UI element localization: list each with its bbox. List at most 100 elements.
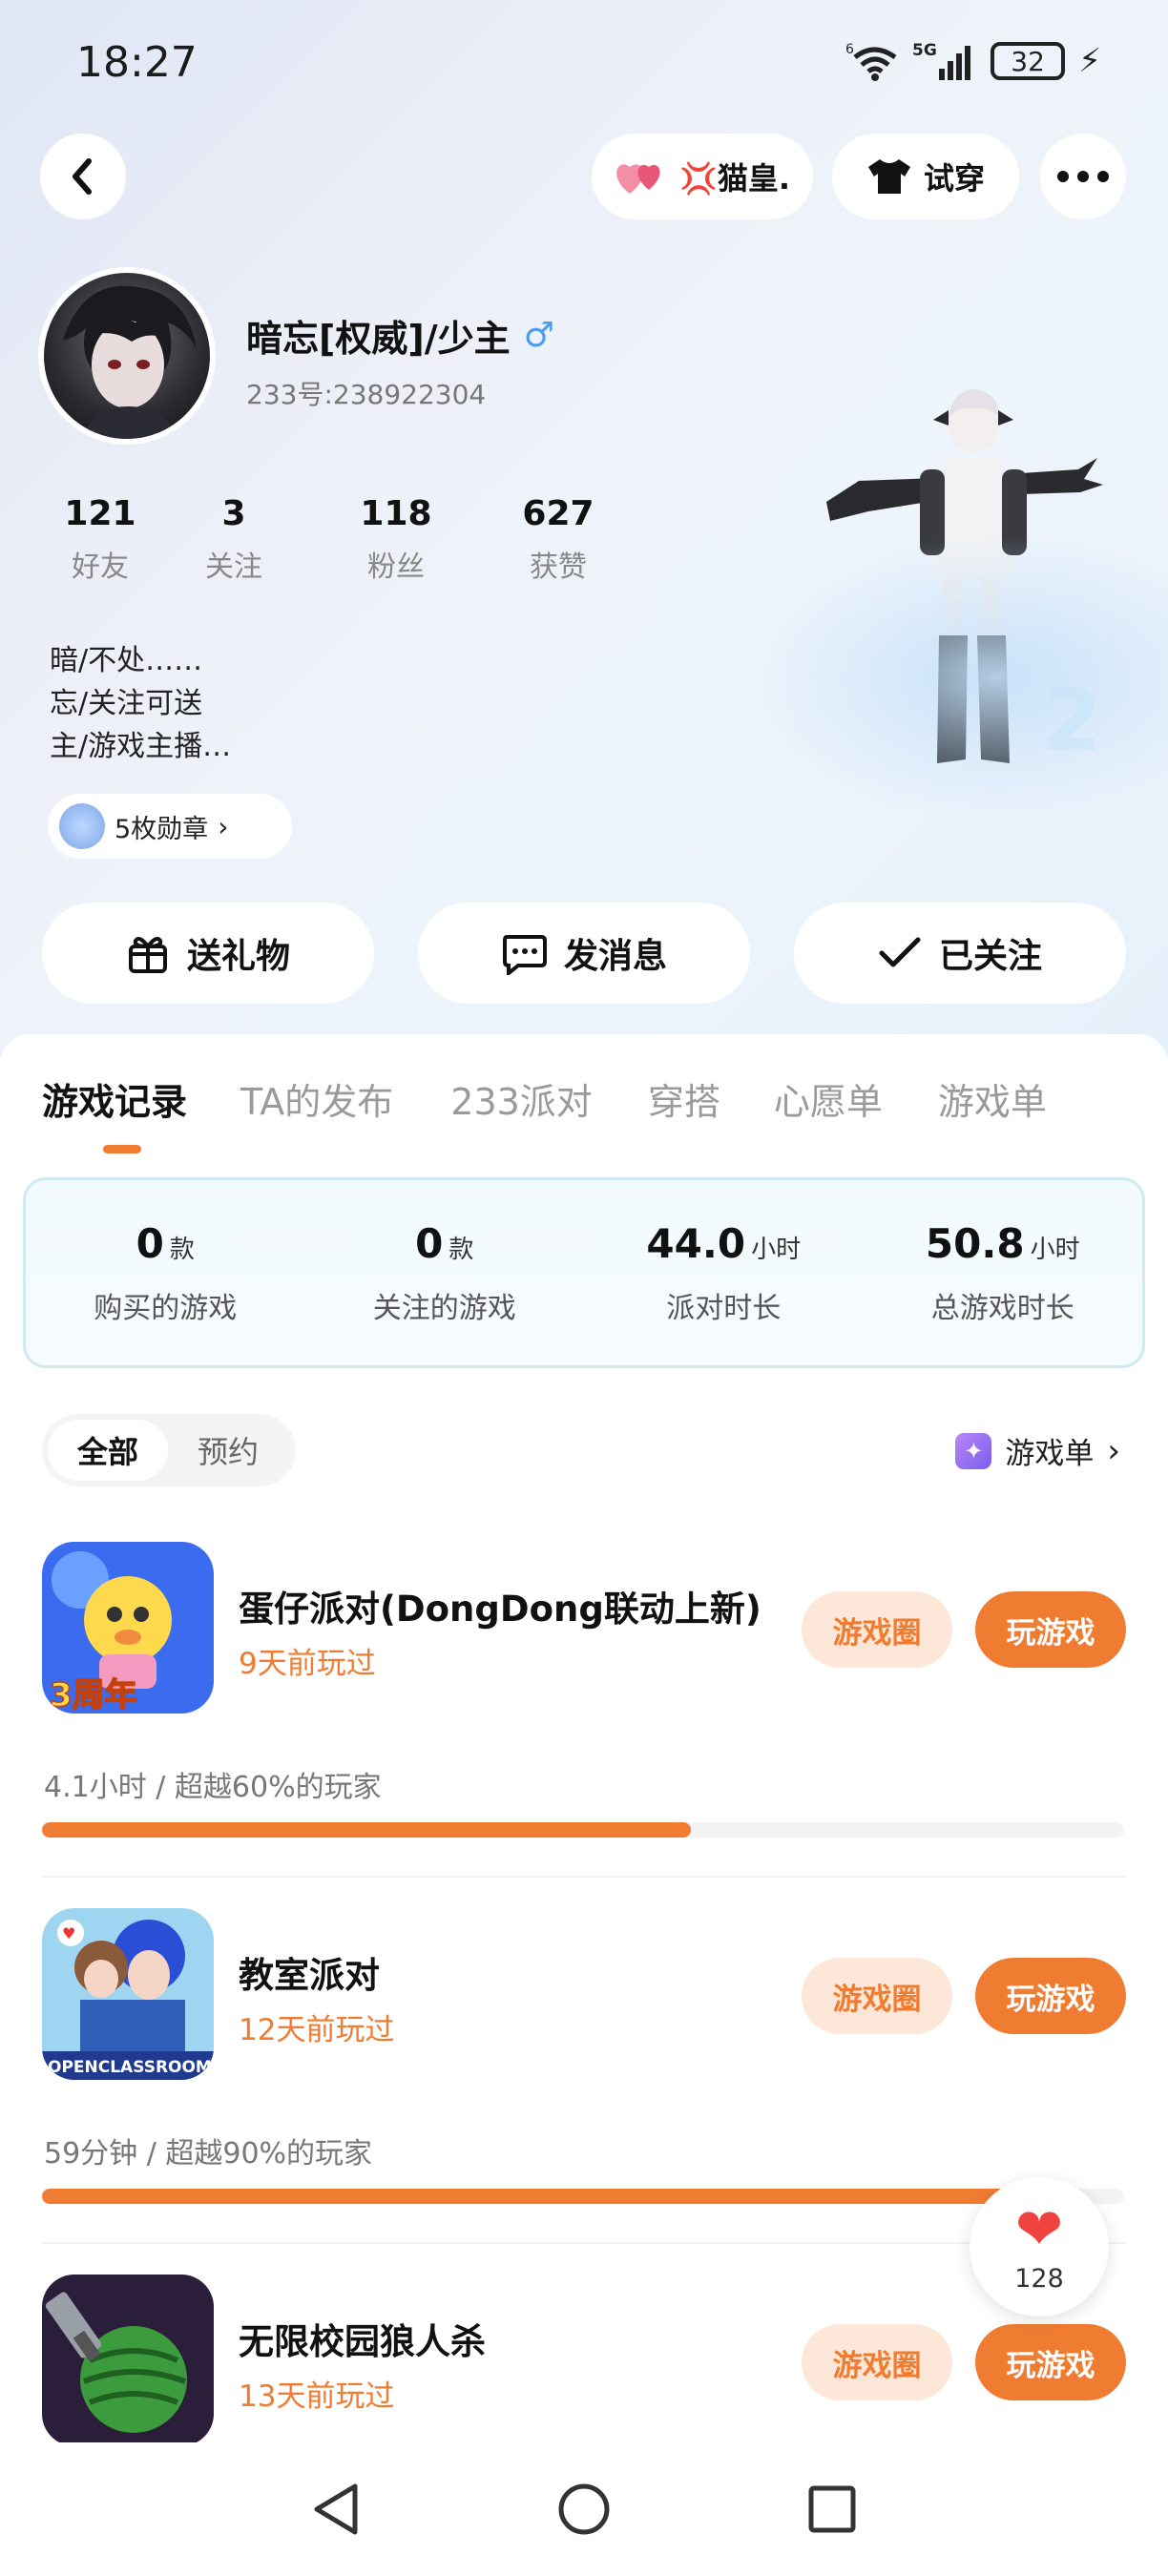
heart-icon: ❤ <box>1014 2195 1064 2263</box>
summary-label: 关注的游戏 <box>372 1292 516 1325</box>
stat-value: 121 <box>64 494 136 533</box>
user-id: 233号:238922304 <box>246 379 487 410</box>
svg-text:♥: ♥ <box>62 1924 75 1942</box>
game-circle-button[interactable]: 游戏圈 <box>802 2324 952 2400</box>
game-list-link[interactable]: ✦ 游戏单 › <box>955 1429 1120 1472</box>
send-message-label: 发消息 <box>563 937 667 976</box>
status-bar: 18:27 6 5G 32 ⚡ <box>0 0 1168 134</box>
male-gender-icon: ♂ <box>523 316 554 355</box>
system-navigation-bar <box>0 2442 1168 2576</box>
followed-button[interactable]: 已关注 <box>794 903 1126 1004</box>
send-message-button[interactable]: 发消息 <box>418 903 750 1004</box>
game-icon: OPENCLASSROOM ♥ <box>42 1908 214 2080</box>
cellular-signal-icon: 5G <box>912 41 971 80</box>
svg-text:23: 23 <box>1042 671 1107 771</box>
stat-label: 好友 <box>72 551 129 584</box>
like-button[interactable]: ❤ 128 <box>970 2177 1109 2316</box>
tab-posts[interactable]: TA的发布 <box>240 1072 393 1125</box>
tab-game-lists[interactable]: 游戏单 <box>938 1072 1047 1125</box>
stat-following[interactable]: 3 关注 <box>153 494 315 585</box>
summary-party-time[interactable]: 44.0 小时 派对时长 <box>584 1180 864 1365</box>
stat-value: 3 <box>221 494 246 533</box>
tab-233-party[interactable]: 233派对 <box>450 1072 593 1125</box>
status-icons: 6 5G 32 ⚡ <box>845 40 1101 82</box>
like-count: 128 <box>1014 2263 1064 2294</box>
summary-value: 0 <box>136 1220 164 1267</box>
send-gift-label: 送礼物 <box>186 937 290 976</box>
divider <box>42 2242 1126 2244</box>
username-text: 暗忘[权威]/少主 <box>246 318 511 360</box>
stat-value: 627 <box>522 494 594 533</box>
tab-wishlist[interactable]: 心愿单 <box>774 1072 883 1125</box>
message-icon <box>502 935 547 975</box>
stat-value: 118 <box>360 494 432 533</box>
stat-fans[interactable]: 118 粉丝 <box>315 494 477 585</box>
summary-value: 50.8 <box>925 1220 1025 1267</box>
checkmark-icon <box>879 937 921 967</box>
nav-home-button[interactable] <box>555 2481 613 2538</box>
try-on-label: 试穿 <box>923 160 985 197</box>
wifi-icon: 6 <box>845 42 897 81</box>
following-tag-label: 💢猫皇. <box>678 160 790 197</box>
back-button[interactable] <box>40 134 126 219</box>
gift-icon <box>128 937 167 973</box>
bio: 暗/不处…… 忘/关注可送 主/游戏主播… <box>50 639 231 768</box>
filter-reserve[interactable]: 预约 <box>168 1420 288 1481</box>
nav-back-button[interactable] <box>307 2481 365 2538</box>
charging-icon: ⚡ <box>1078 42 1101 80</box>
more-button[interactable] <box>1040 134 1126 219</box>
svg-text:5G: 5G <box>912 41 937 60</box>
try-on-button[interactable]: 试穿 <box>832 134 1019 219</box>
summary-label: 购买的游戏 <box>94 1292 238 1325</box>
game-play-stat: 4.1小时 / 超越60%的玩家 <box>44 1771 382 1804</box>
send-gift-button[interactable]: 送礼物 <box>42 903 374 1004</box>
summary-followed-games[interactable]: 0款 关注的游戏 <box>305 1180 585 1365</box>
content-panel: 游戏记录 TA的发布 233派对 穿搭 心愿单 游戏单 0款 购买的游戏 0款 … <box>0 1034 1168 2576</box>
game-progress-bar <box>42 1822 1124 1838</box>
square-recents-icon <box>808 2485 856 2533</box>
summary-unit: 小时 <box>1030 1236 1080 1264</box>
summary-value: 0 <box>415 1220 444 1267</box>
tshirt-icon <box>867 159 910 194</box>
play-game-button[interactable]: 玩游戏 <box>975 1591 1126 1668</box>
summary-purchased-games[interactable]: 0款 购买的游戏 <box>26 1180 305 1365</box>
chevron-left-icon <box>73 158 92 195</box>
svg-text:OPENCLASSROOM: OPENCLASSROOM <box>48 2058 212 2077</box>
profile-stats: 121 好友 3 关注 118 粉丝 627 获赞 <box>48 494 639 585</box>
game-progress-fill <box>42 1822 692 1838</box>
bio-line: 主/游戏主播… <box>50 730 232 763</box>
following-tag-button[interactable]: 💢猫皇. <box>592 134 813 219</box>
game-title: 教室派对 <box>239 1955 380 1996</box>
game-item[interactable]: OPENCLASSROOM ♥ 教室派对 12天前玩过 游戏圈 玩游戏 59分钟… <box>42 1908 1126 2271</box>
summary-label: 总游戏时长 <box>930 1292 1074 1325</box>
tab-game-records[interactable]: 游戏记录 <box>42 1072 187 1125</box>
game-progress-fill <box>42 2189 1016 2204</box>
summary-total-play-time[interactable]: 50.8 小时 总游戏时长 <box>864 1180 1143 1365</box>
play-game-button[interactable]: 玩游戏 <box>975 1958 1126 2034</box>
username: 暗忘[权威]/少主 ♂ <box>246 309 554 362</box>
stat-likes[interactable]: 627 获赞 <box>477 494 639 585</box>
play-game-button[interactable]: 玩游戏 <box>975 2324 1126 2400</box>
game-circle-button[interactable]: 游戏圈 <box>802 1591 952 1668</box>
divider <box>42 1876 1126 1878</box>
summary-unit: 小时 <box>751 1236 802 1264</box>
game-circle-button[interactable]: 游戏圈 <box>802 1958 952 2034</box>
avatar-image <box>63 285 197 439</box>
game-title: 蛋仔派对(DongDong联动上新) <box>239 1589 761 1630</box>
stat-label: 粉丝 <box>367 551 425 584</box>
filter-all[interactable]: 全部 <box>48 1420 168 1481</box>
nav-recents-button[interactable] <box>803 2481 861 2538</box>
summary-label: 派对时长 <box>666 1292 782 1325</box>
tab-outfits[interactable]: 穿搭 <box>648 1072 720 1125</box>
battery-indicator: 32 <box>991 42 1066 80</box>
badges-label: 5枚勋章 <box>115 814 209 844</box>
game-last-played: 13天前玩过 <box>239 2379 395 2414</box>
game-play-stat: 59分钟 / 超越90%的玩家 <box>44 2137 373 2171</box>
avatar-character-figure[interactable]: 23 <box>821 378 1107 788</box>
avatar[interactable] <box>38 267 216 445</box>
profile-tabs: 游戏记录 TA的发布 233派对 穿搭 心愿单 游戏单 <box>42 1072 1047 1125</box>
game-item[interactable]: 3周年 蛋仔派对(DongDong联动上新) 9天前玩过 游戏圈 玩游戏 4.1… <box>42 1542 1126 1904</box>
status-time: 18:27 <box>76 38 198 87</box>
badges-button[interactable]: 5枚勋章 › <box>48 794 292 859</box>
stat-friends[interactable]: 121 好友 <box>48 494 153 585</box>
